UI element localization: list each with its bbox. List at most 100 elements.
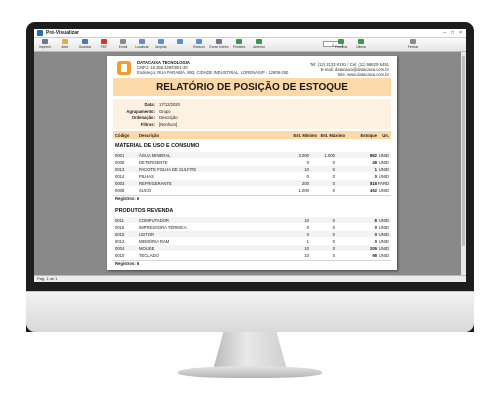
window-titlebar: Pré-Visualizar – □ ×	[34, 29, 466, 38]
cell-stock: 818	[370, 181, 377, 186]
cell-description: IMPRESSORA TÉRMICA	[139, 225, 187, 230]
zoom-in-icon	[158, 39, 164, 44]
toolbar-button[interactable]: Reduzir	[192, 39, 206, 51]
group-divider	[113, 259, 391, 261]
monitor-chin	[26, 291, 474, 332]
previous-page-icon	[256, 39, 262, 44]
table-row: 0010 TECLADO 10 0 98 UNID	[113, 252, 391, 258]
cell-stock: 0	[374, 174, 377, 179]
page-status: Pag. 1 de 1	[37, 276, 58, 281]
cell-stock: 0	[374, 225, 377, 230]
monitor-scene: Pré-Visualizar – □ × 1 Imprimir Abrir Guar…	[0, 0, 500, 418]
cell-max: 0	[332, 181, 335, 186]
cell-stock: 0	[374, 239, 377, 244]
filter-value: 17/12/2020	[159, 102, 180, 107]
toolbar-button[interactable]: Email	[116, 39, 130, 51]
cell-stock: 205	[370, 246, 377, 251]
toolbar-button[interactable]: Abrir	[58, 39, 72, 51]
cell-description: TECLADO	[139, 253, 159, 258]
column-code: Código	[115, 133, 130, 138]
cell-code: 0001	[115, 153, 125, 158]
toolbar-button[interactable]: PDF	[97, 39, 111, 51]
cell-stock: 98	[372, 253, 377, 258]
table-row: 0001 ÁGUA MINERAL 3.000 1.000 882 UNID	[113, 152, 391, 158]
column-max: Est. Máximo	[320, 133, 345, 138]
maximize-button[interactable]: □	[451, 30, 454, 36]
cell-min: 0	[306, 160, 309, 165]
toolbar: 1 Imprimir Abrir Guardar PDF Email Localizar A…	[34, 38, 466, 52]
minimize-button[interactable]: –	[443, 30, 446, 36]
toolbar-button-label: Primeira	[232, 45, 246, 49]
toolbar-button[interactable]: Guardar	[78, 39, 92, 51]
cell-min: 10	[304, 253, 309, 258]
toolbar-button[interactable]: Próxima	[334, 39, 348, 51]
cell-unit: UNID	[378, 174, 389, 179]
toolbar-button[interactable]: Anterior	[252, 39, 266, 51]
close-window-button[interactable]: ×	[459, 30, 462, 36]
cell-stock: 48	[372, 160, 377, 165]
group-title: MATERIAL DE USO E CONSUMO	[115, 143, 200, 149]
toolbar-button-label: Ampliar	[155, 45, 167, 49]
cell-code: 0016	[115, 225, 125, 230]
cell-min: 10	[304, 218, 309, 223]
cell-max: 0	[332, 232, 335, 237]
printer-icon	[42, 39, 48, 44]
cell-description: LEITOR	[139, 232, 155, 237]
toolbar-button[interactable]: Fechar	[406, 39, 420, 51]
toolbar-button-label: Fechar	[407, 45, 419, 49]
monitor-stand	[213, 332, 287, 370]
app-icon	[37, 30, 43, 36]
column-header: Código Descrição Est. Mínimo Est. Máximo…	[113, 131, 391, 139]
cell-unit: UNID	[378, 153, 389, 158]
group-title: PRODUTOS REVENDA	[115, 208, 174, 214]
pdf-icon	[101, 39, 107, 44]
cell-min: 0	[306, 225, 309, 230]
cell-code: 0003	[115, 181, 125, 186]
toolbar-button[interactable]: Ampliar	[154, 39, 168, 51]
table-row: 0015 LEITOR 0 0 0 UNID	[113, 231, 391, 237]
cell-min: 1.000	[298, 188, 309, 193]
toolbar-button-label: Próxima	[334, 45, 348, 49]
group-record-count: Registros: 6	[115, 261, 140, 266]
cell-code: 0006	[115, 160, 125, 165]
cell-max: 0	[332, 188, 335, 193]
toolbar-button[interactable]: Última	[354, 39, 368, 51]
cell-stock: 882	[370, 153, 377, 158]
table-row: 0006 DETERGENTE 0 0 48 UNID	[113, 159, 391, 165]
cell-max: 0	[332, 218, 335, 223]
toolbar-button[interactable]: Primeira	[232, 39, 246, 51]
toolbar-button[interactable]: Ecran Inteiro	[209, 39, 229, 51]
company-logo	[117, 61, 131, 75]
cell-max: 1.000	[324, 153, 335, 158]
cell-max: 0	[332, 160, 335, 165]
cell-stock: 1	[374, 167, 377, 172]
toolbar-button-label: Ecran Inteiro	[209, 45, 229, 49]
cell-max: 0	[332, 225, 335, 230]
cell-unit: FARD	[377, 181, 389, 186]
toolbar-button[interactable]: Imprimir	[38, 39, 52, 51]
scrollbar-thumb[interactable]	[462, 56, 465, 246]
report-page: DATACAIXA TECNOLOGIA CNPJ: 16.356.429/00…	[107, 56, 397, 270]
toolbar-button[interactable]: Localizar	[135, 39, 149, 51]
cell-min: 1	[306, 239, 309, 244]
cell-min: 200	[302, 181, 309, 186]
group-divider	[113, 194, 391, 196]
company-info: DATACAIXA TECNOLOGIA CNPJ: 16.356.429/00…	[137, 60, 288, 76]
contact-info: Tel: (12) 2132-0191 / Cel: (11) 98620-54…	[310, 62, 389, 78]
table-row: 0003 REFRIGERANTE 200 0 818 FARD	[113, 180, 391, 186]
cell-unit: UNID	[378, 239, 389, 244]
screen: Pré-Visualizar – □ × 1 Imprimir Abrir Guar…	[34, 29, 466, 282]
save-icon	[82, 39, 88, 44]
first-page-icon	[236, 39, 242, 44]
table-row: 0013 PACOTE FOLHA DE SULFITE 10 0 1 UNID	[113, 166, 391, 172]
table-row: 0008 SUCO 1.000 0 462 UNID	[113, 187, 391, 193]
toolbar-button-label: Anterior	[253, 45, 265, 49]
vertical-scrollbar[interactable]	[461, 52, 466, 275]
cell-code: 0011	[115, 218, 125, 223]
status-bar: Pag. 1 de 1	[34, 275, 466, 282]
filter-value: Grupo	[159, 108, 171, 114]
column-stock: Estoque	[360, 133, 377, 138]
filter-label: Agrupamento:	[126, 108, 155, 114]
cell-description: MOUSE	[139, 246, 155, 251]
toolbar-button[interactable]	[173, 39, 187, 51]
